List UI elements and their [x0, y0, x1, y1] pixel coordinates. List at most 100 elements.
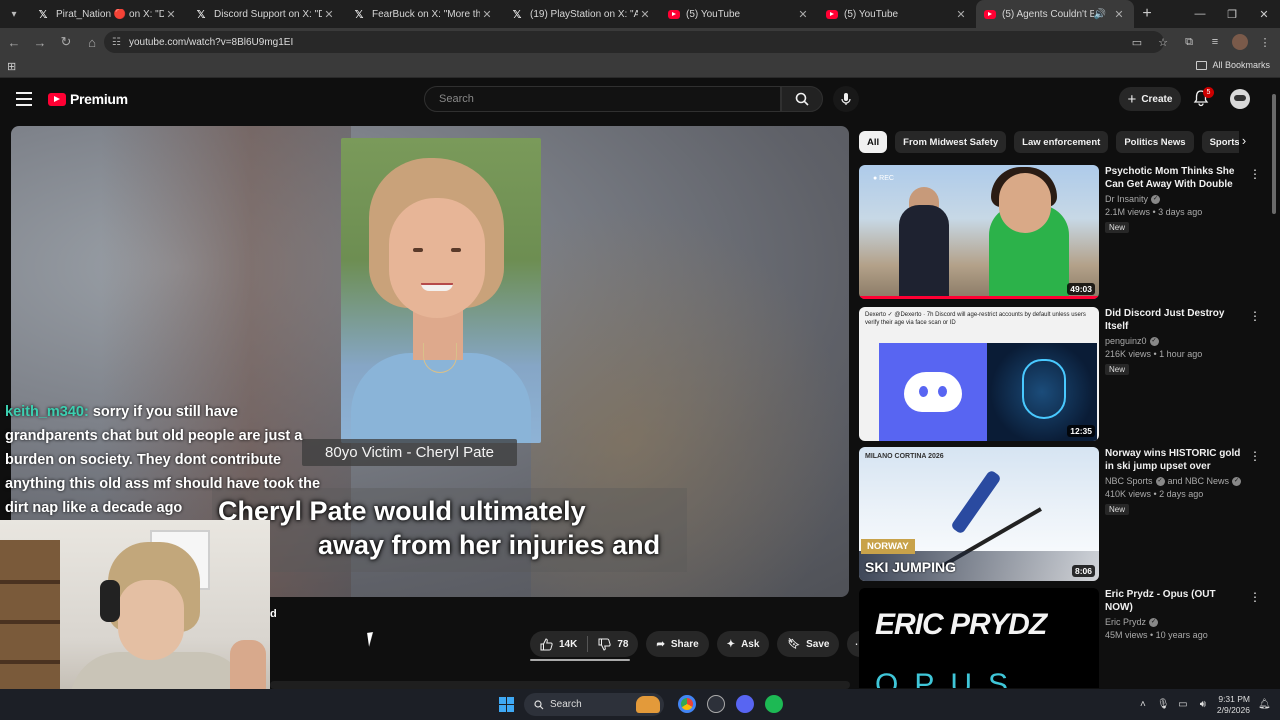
- browser-tab-1[interactable]: 𝕏 Pirat_Nation 🔴 on X: "Discord ✕: [28, 0, 186, 28]
- related-filter-chips: All From Midwest Safety Law enforcement …: [859, 131, 1239, 153]
- obs-icon[interactable]: [707, 695, 725, 713]
- ask-button[interactable]: ✦ Ask: [716, 631, 770, 657]
- close-icon[interactable]: ✕: [322, 8, 336, 21]
- channel-name[interactable]: NBC Sports ✓ and NBC News ✓: [1105, 476, 1245, 486]
- youtube-masthead: Premium Search + Create 5: [0, 80, 1280, 120]
- forward-icon[interactable]: →: [28, 30, 52, 54]
- video-thumbnail[interactable]: MILANO CORTINA 2026 NORWAY SKI JUMPING 8…: [859, 447, 1099, 581]
- more-vertical-icon[interactable]: ⋮: [1249, 309, 1261, 323]
- home-icon[interactable]: ⌂: [80, 30, 104, 54]
- bookmark-star-icon[interactable]: ☆: [1154, 32, 1172, 52]
- volume-icon[interactable]: 🔊︎: [1197, 699, 1209, 711]
- chip-from-midwest-safety[interactable]: From Midwest Safety: [895, 131, 1007, 153]
- more-vertical-icon[interactable]: ⋮: [1249, 449, 1261, 463]
- close-icon[interactable]: ✕: [796, 8, 810, 21]
- video-thumbnail[interactable]: ● REC 49:03: [859, 165, 1099, 299]
- profile-avatar[interactable]: [1232, 34, 1248, 50]
- close-icon[interactable]: ✕: [954, 8, 968, 21]
- notification-bell-icon[interactable]: 🔔︎: [1258, 699, 1271, 711]
- chip-all[interactable]: All: [859, 131, 888, 153]
- close-window-icon[interactable]: ✕: [1248, 0, 1280, 28]
- restore-icon[interactable]: ❐: [1216, 0, 1248, 28]
- notifications-button[interactable]: 5: [1192, 87, 1214, 109]
- video-meta: 45M views • 10 years ago: [1105, 630, 1208, 640]
- chevron-up-icon[interactable]: ˄: [1137, 699, 1149, 711]
- minimize-icon[interactable]: —: [1184, 0, 1216, 28]
- apps-grid-icon[interactable]: ⊞: [7, 60, 21, 74]
- cast-icon[interactable]: ▭: [1128, 32, 1146, 52]
- close-icon[interactable]: ✕: [1112, 8, 1126, 21]
- page-scrollbar[interactable]: [1270, 84, 1278, 688]
- chip-law-enforcement[interactable]: Law enforcement: [1014, 131, 1109, 153]
- guide-menu-icon[interactable]: [16, 92, 32, 106]
- voice-search-button[interactable]: [833, 86, 859, 112]
- recommendation-item[interactable]: MILANO CORTINA 2026 NORWAY SKI JUMPING 8…: [859, 447, 1264, 583]
- tab-search-chevron-icon[interactable]: ▾: [0, 0, 28, 28]
- search-icon: [534, 699, 544, 709]
- x-icon: 𝕏: [512, 7, 522, 21]
- track-name-graphic: OPUS: [875, 668, 1025, 688]
- thumbs-down-icon: [598, 638, 611, 651]
- microphone-icon[interactable]: 🎙︎: [1157, 699, 1170, 711]
- speaker-icon[interactable]: 🔊: [1094, 9, 1106, 20]
- system-clock[interactable]: 9:31 PM 2/9/2026: [1217, 694, 1250, 716]
- youtube-logo[interactable]: Premium: [48, 91, 128, 107]
- menu-icon[interactable]: ⋮: [1256, 32, 1274, 52]
- browser-tab-active[interactable]: (5) Agents Couldn't Believe 🔊 ✕: [976, 0, 1134, 28]
- video-thumbnail[interactable]: Dexerto ✓ @Dexerto · 7h Discord will age…: [859, 307, 1099, 441]
- like-button[interactable]: 14K: [530, 631, 587, 657]
- close-icon[interactable]: ✕: [480, 8, 494, 21]
- account-avatar[interactable]: [1230, 89, 1250, 109]
- back-icon[interactable]: ←: [2, 30, 26, 54]
- browser-tab-2[interactable]: 𝕏 Discord Support on X: "Discord ✕: [186, 0, 344, 28]
- browser-tab-6[interactable]: (5) YouTube ✕: [818, 0, 976, 28]
- recommendation-item[interactable]: Dexerto ✓ @Dexerto · 7h Discord will age…: [859, 307, 1264, 443]
- more-vertical-icon[interactable]: ⋮: [1249, 590, 1261, 604]
- url-field[interactable]: ☷ youtube.com/watch?v=8Bl6U9mg1EI: [104, 31, 1164, 53]
- channel-name[interactable]: penguinz0 ✓: [1105, 336, 1245, 346]
- video-thumbnail[interactable]: ERIC PRYDZ OPUS: [859, 588, 1099, 688]
- video-title[interactable]: Eric Prydz - Opus (OUT NOW): [1105, 588, 1245, 614]
- media-icon[interactable]: ≡: [1206, 32, 1224, 52]
- recommendation-item[interactable]: ● REC 49:03 Psychotic Mom Thinks She Can…: [859, 165, 1264, 301]
- browser-tab-4[interactable]: 𝕏 (19) PlayStation on X: "A new S ✕: [502, 0, 660, 28]
- chip-sports-news[interactable]: Sports Ne: [1201, 131, 1239, 153]
- video-title[interactable]: Did Discord Just Destroy Itself: [1105, 307, 1245, 333]
- channel-name[interactable]: Dr Insanity ✓: [1105, 194, 1245, 204]
- scrollbar-thumb[interactable]: [1272, 94, 1276, 214]
- youtube-icon: [984, 9, 996, 19]
- site-info-icon[interactable]: ☷: [112, 37, 121, 48]
- more-vertical-icon[interactable]: ⋮: [1249, 167, 1261, 181]
- channel-name[interactable]: Eric Prydz ✓: [1105, 617, 1245, 627]
- chevron-right-icon[interactable]: ›: [1236, 133, 1252, 151]
- windows-start-icon[interactable]: [499, 697, 514, 712]
- spotify-icon[interactable]: [765, 695, 783, 713]
- video-info: Did Discord Just Destroy Itself penguinz…: [1105, 307, 1245, 377]
- share-button[interactable]: ➦ Share: [646, 631, 709, 657]
- new-tab-button[interactable]: +: [1134, 5, 1160, 23]
- chip-politics-news[interactable]: Politics News: [1116, 131, 1194, 153]
- dislike-button[interactable]: 78: [588, 631, 638, 657]
- close-icon[interactable]: ✕: [638, 8, 652, 21]
- all-bookmarks-button[interactable]: All Bookmarks: [1196, 60, 1270, 70]
- discord-icon[interactable]: [736, 695, 754, 713]
- close-icon[interactable]: ✕: [164, 8, 178, 21]
- search-input[interactable]: Search: [424, 86, 781, 112]
- duration-badge: 12:35: [1067, 425, 1095, 437]
- video-title[interactable]: Psychotic Mom Thinks She Can Get Away Wi…: [1105, 165, 1245, 191]
- clock-date: 2/9/2026: [1216, 704, 1250, 715]
- browser-tab-3[interactable]: 𝕏 FearBuck on X: "More than 60 ✕: [344, 0, 502, 28]
- chrome-icon[interactable]: [678, 695, 696, 713]
- create-button[interactable]: + Create: [1119, 87, 1181, 111]
- extensions-icon[interactable]: ⧉: [1180, 32, 1198, 52]
- reload-icon[interactable]: ↻: [54, 30, 78, 54]
- x-icon: 𝕏: [38, 7, 48, 21]
- browser-tab-5[interactable]: (5) YouTube ✕: [660, 0, 818, 28]
- discord-logo-icon: [879, 343, 987, 441]
- search-button[interactable]: [781, 86, 823, 112]
- video-title[interactable]: Norway wins HISTORIC gold in ski jump up…: [1105, 447, 1245, 473]
- save-button[interactable]: 🔖︎ Save: [777, 631, 840, 657]
- x-icon: 𝕏: [196, 7, 206, 21]
- network-icon[interactable]: ▭: [1177, 699, 1189, 711]
- taskbar-search[interactable]: Search: [524, 693, 664, 716]
